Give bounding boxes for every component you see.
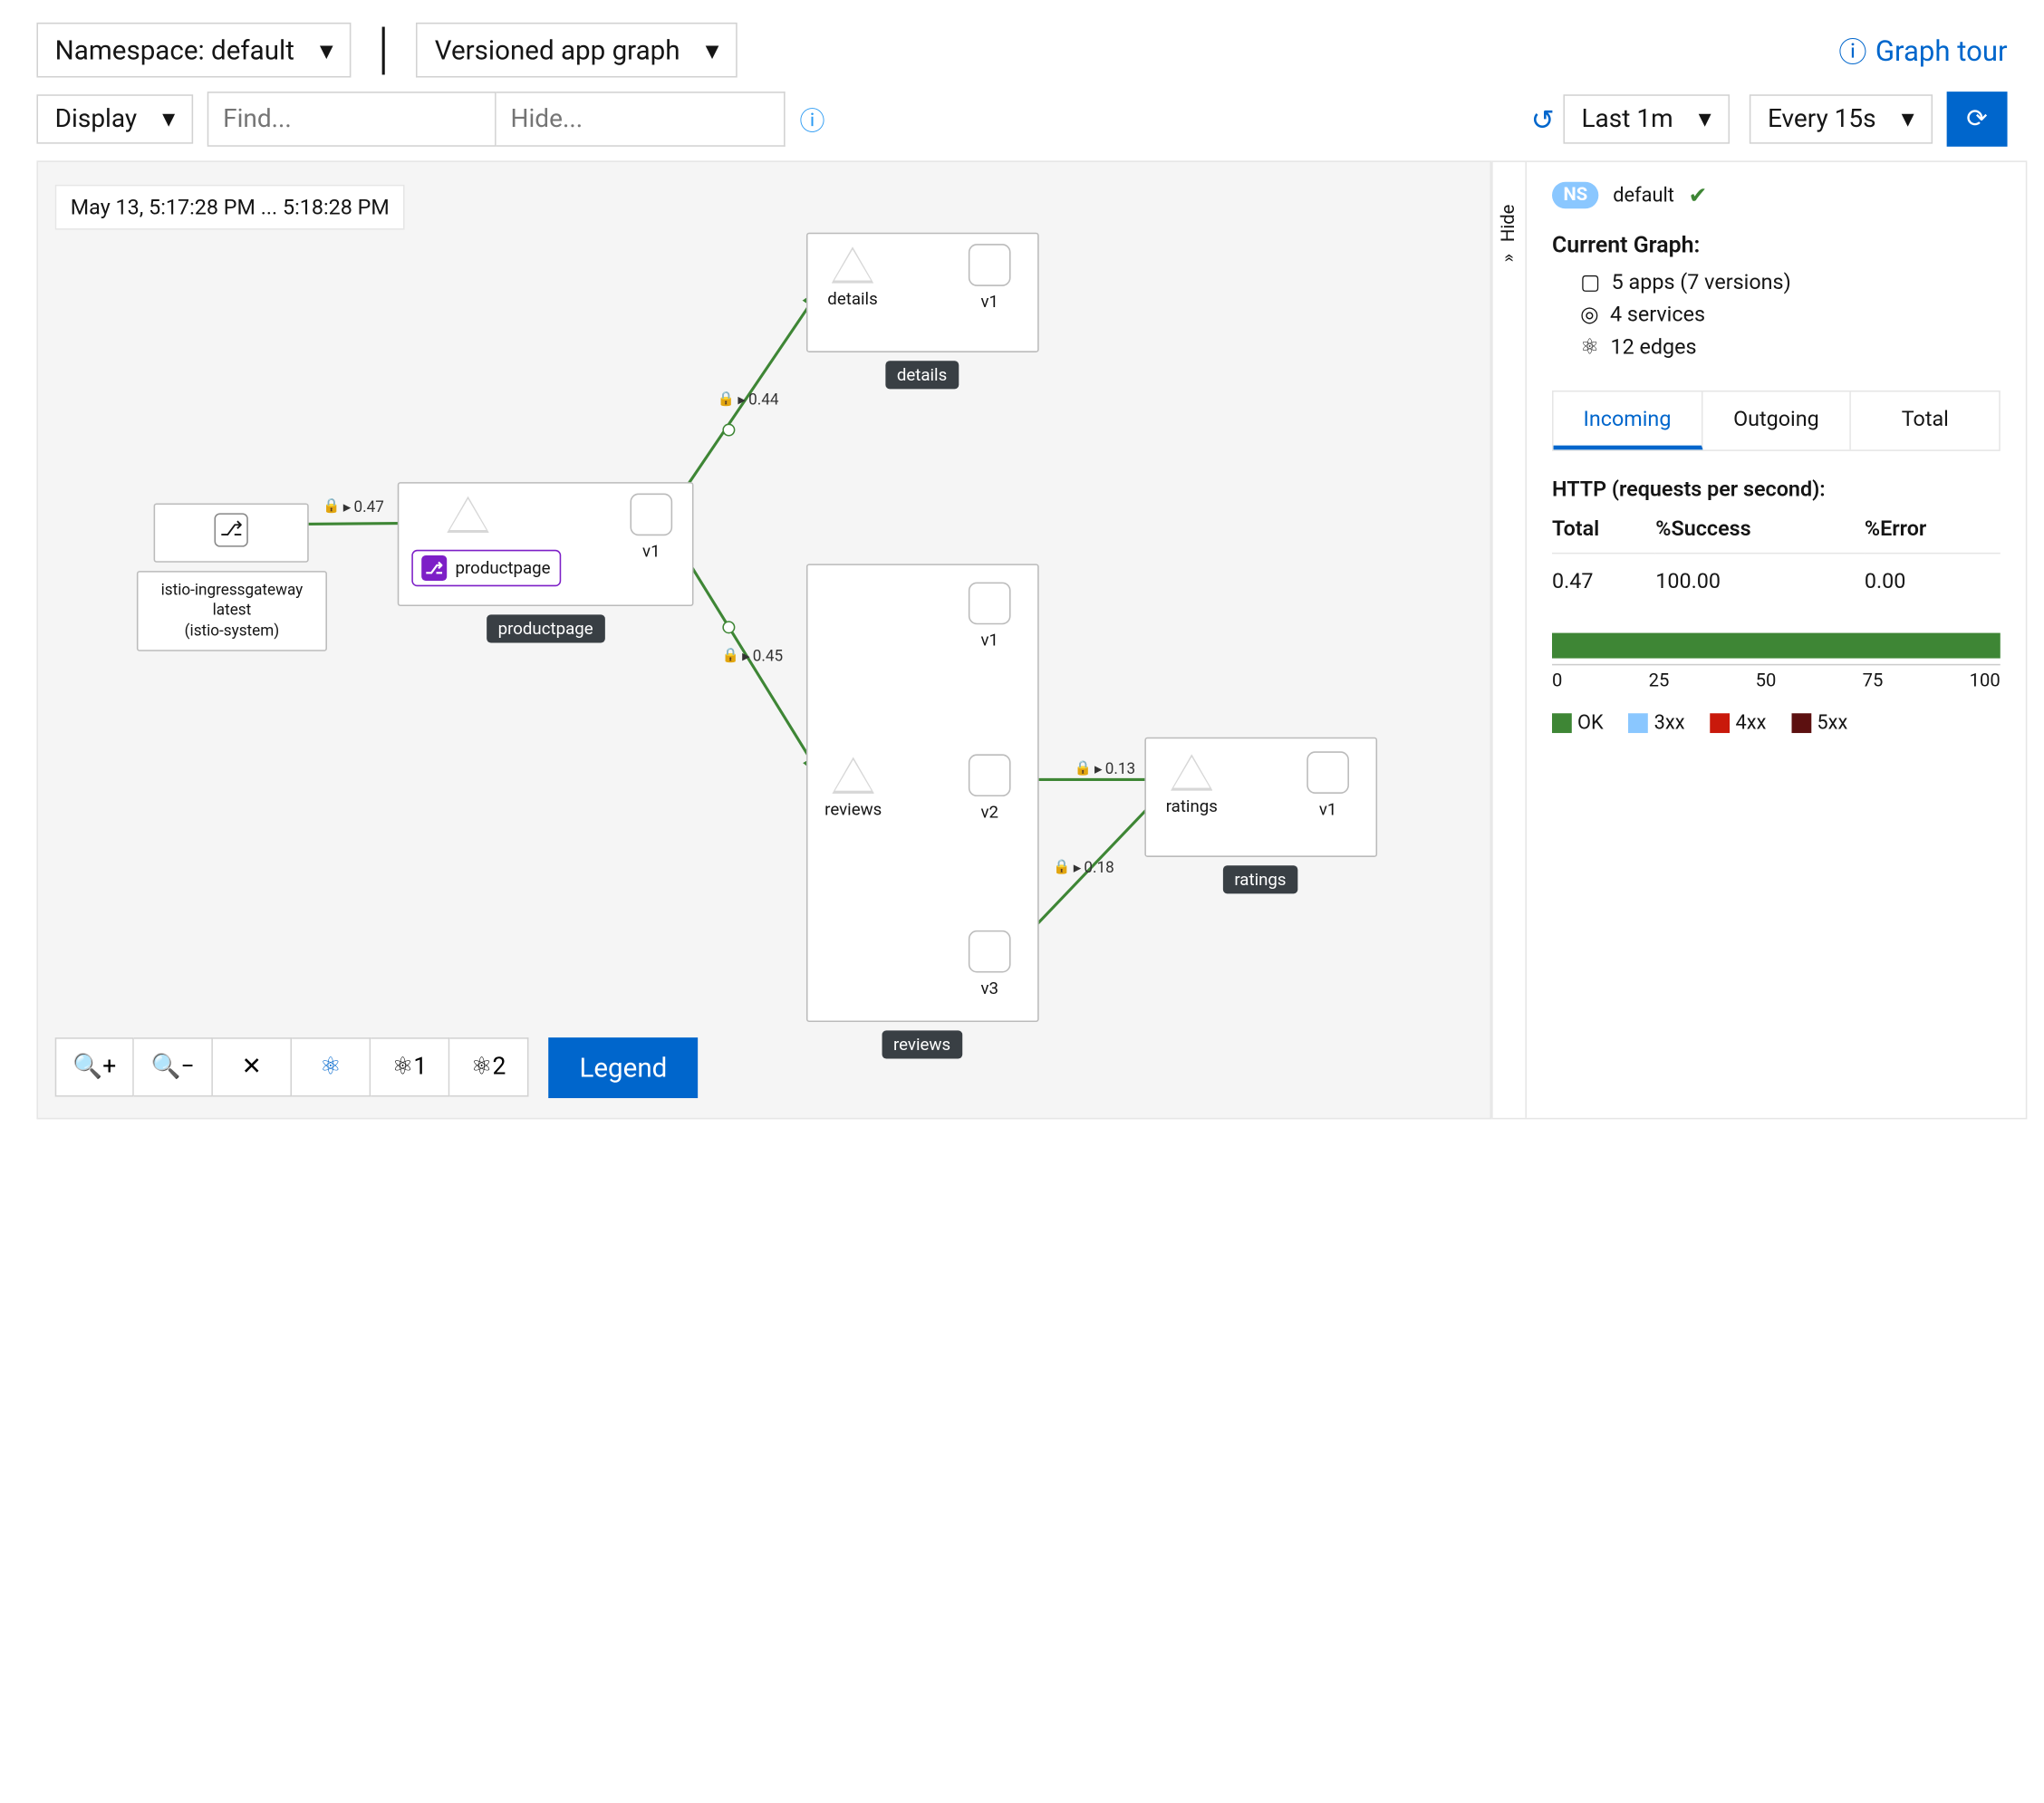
graph-type-dropdown[interactable]: Versioned app graph▾ xyxy=(417,23,738,78)
col-total: Total xyxy=(1552,516,1655,553)
node-ratings-service[interactable]: ratings xyxy=(1166,751,1218,816)
time-range-chip: May 13, 5:17:28 PM ... 5:18:28 PM xyxy=(55,185,405,230)
swatch-ok xyxy=(1552,714,1572,734)
graph-icon: ⚛ xyxy=(320,1053,342,1081)
layout-1-button[interactable]: ⚛ 1 xyxy=(371,1037,449,1096)
hide-panel-handle[interactable]: Hide » xyxy=(1493,162,1527,1118)
node-productpage-v1[interactable]: v1 xyxy=(630,494,672,562)
time-range-dropdown[interactable]: Last 1m▾ xyxy=(1563,94,1730,143)
graph-tour-link[interactable]: ⓘ Graph tour xyxy=(1838,30,2007,71)
tab-total[interactable]: Total xyxy=(1851,392,1999,450)
node-productpage-service[interactable] xyxy=(447,494,489,536)
gateway-icon: ⎇ xyxy=(214,513,247,546)
layout-2-button[interactable]: ⚛ 2 xyxy=(449,1037,528,1096)
node-reviews-v2[interactable]: v2 xyxy=(969,754,1011,822)
table-row: 0.47 100.00 0.00 xyxy=(1552,554,2001,593)
http-bar-chart: 0255075100 OK 3xx 4xx 5xx xyxy=(1552,633,2001,735)
node-reviews-v1[interactable]: v1 xyxy=(969,583,1011,651)
graph-icon: ⚛ xyxy=(471,1053,493,1081)
bar-track xyxy=(1552,633,2001,659)
status-ok-icon: ✔ xyxy=(1688,182,1707,209)
graph-icon: ⚛ xyxy=(392,1053,414,1081)
replay-icon[interactable]: ↺ xyxy=(1531,102,1555,136)
zoom-out-button[interactable]: 🔍− xyxy=(134,1037,213,1096)
chevron-down-icon: ▾ xyxy=(1699,104,1711,134)
node-ingress-gateway[interactable]: ⎇ xyxy=(154,503,309,562)
info-icon[interactable]: ⓘ xyxy=(799,101,824,137)
services-icon: ◎ xyxy=(1580,302,1598,327)
bar-axis: 0255075100 xyxy=(1552,664,2001,692)
edge-label: 🔒▸0.18 xyxy=(1053,859,1114,877)
edges-icon: ⚛ xyxy=(1580,334,1599,360)
group-productpage-label: productpage xyxy=(487,614,604,642)
namespace-name: default xyxy=(1613,184,1674,207)
namespace-dropdown[interactable]: Namespace: default▾ xyxy=(36,23,352,78)
side-panel: Hide » NS default ✔ Current Graph: ▢5 ap… xyxy=(1491,160,2027,1119)
chevron-down-icon: ▾ xyxy=(1902,104,1914,134)
legend-button[interactable]: Legend xyxy=(548,1037,698,1098)
help-icon: ⓘ xyxy=(1838,30,1866,71)
refresh-interval-dropdown[interactable]: Every 15s▾ xyxy=(1750,94,1933,143)
current-graph-header: Current Graph: xyxy=(1552,231,2001,258)
chevron-down-icon: ▾ xyxy=(706,34,719,66)
refresh-icon: ⟳ xyxy=(1966,104,1987,134)
node-ingress-gateway-label: istio-ingressgateway latest (istio-syste… xyxy=(137,571,327,651)
swatch-3xx xyxy=(1629,714,1649,734)
chevron-down-icon: ▾ xyxy=(162,104,175,134)
tab-incoming[interactable]: Incoming xyxy=(1554,392,1702,450)
node-details-service[interactable]: details xyxy=(827,244,877,309)
traffic-tabs: Incoming Outgoing Total xyxy=(1552,390,2001,451)
toolbar-row-1: Namespace: default▾ Versioned app graph▾… xyxy=(0,0,2044,92)
hide-input[interactable] xyxy=(497,92,786,147)
swatch-5xx xyxy=(1791,714,1811,734)
edge-label: 🔒▸0.47 xyxy=(323,497,384,516)
fit-icon: ✕ xyxy=(242,1053,262,1081)
swatch-4xx xyxy=(1711,714,1731,734)
zoom-in-icon: 🔍+ xyxy=(72,1053,116,1081)
tab-outgoing[interactable]: Outgoing xyxy=(1702,392,1851,450)
edge-label: 🔒▸0.45 xyxy=(722,647,784,665)
toolbar-row-2: Display▾ ⓘ ↺ Last 1m▾ Every 15s▾ ⟳ xyxy=(0,92,2044,160)
node-reviews-v3[interactable]: v3 xyxy=(969,930,1011,998)
virtualservice-badge[interactable]: ⎇productpage xyxy=(411,550,560,586)
zoom-out-icon: 🔍− xyxy=(151,1053,195,1081)
graph-stats-list: ▢5 apps (7 versions) ◎4 services ⚛12 edg… xyxy=(1552,269,2001,360)
find-input[interactable] xyxy=(207,92,497,147)
col-success: %Success xyxy=(1655,516,1865,553)
zoom-in-button[interactable]: 🔍+ xyxy=(55,1037,134,1096)
http-table: Total %Success %Error 0.47 100.00 0.00 xyxy=(1552,516,2001,593)
group-reviews-label: reviews xyxy=(882,1030,962,1058)
namespace-header: NS default ✔ xyxy=(1552,182,2001,209)
vs-icon: ⎇ xyxy=(421,555,447,581)
node-reviews-service[interactable]: reviews xyxy=(824,754,882,819)
display-dropdown[interactable]: Display▾ xyxy=(36,94,193,143)
refresh-button[interactable]: ⟳ xyxy=(1946,92,2007,147)
apps-icon: ▢ xyxy=(1580,269,1600,294)
edge-label: 🔒▸0.44 xyxy=(718,390,779,409)
group-details-label: details xyxy=(885,361,958,389)
ns-badge: NS xyxy=(1552,182,1599,209)
http-section-title: HTTP (requests per second): xyxy=(1552,477,2001,502)
chevron-down-icon: ▾ xyxy=(320,34,333,66)
canvas-controls: 🔍+ 🔍− ✕ ⚛ ⚛ 1 ⚛ 2 Legend xyxy=(55,1037,699,1098)
edge-label: 🔒▸0.13 xyxy=(1075,760,1136,778)
bar-legend: OK 3xx 4xx 5xx xyxy=(1552,712,2001,735)
chevron-right-icon: » xyxy=(1499,254,1519,262)
graph-canvas[interactable]: May 13, 5:17:28 PM ... 5:18:28 PM xyxy=(36,160,1491,1119)
divider xyxy=(382,26,385,74)
col-error: %Error xyxy=(1865,516,2001,553)
node-ratings-v1[interactable]: v1 xyxy=(1306,751,1349,819)
layout-default-button[interactable]: ⚛ xyxy=(292,1037,371,1096)
fit-button[interactable]: ✕ xyxy=(213,1037,292,1096)
group-ratings-label: ratings xyxy=(1223,865,1297,893)
node-details-v1[interactable]: v1 xyxy=(969,244,1011,312)
